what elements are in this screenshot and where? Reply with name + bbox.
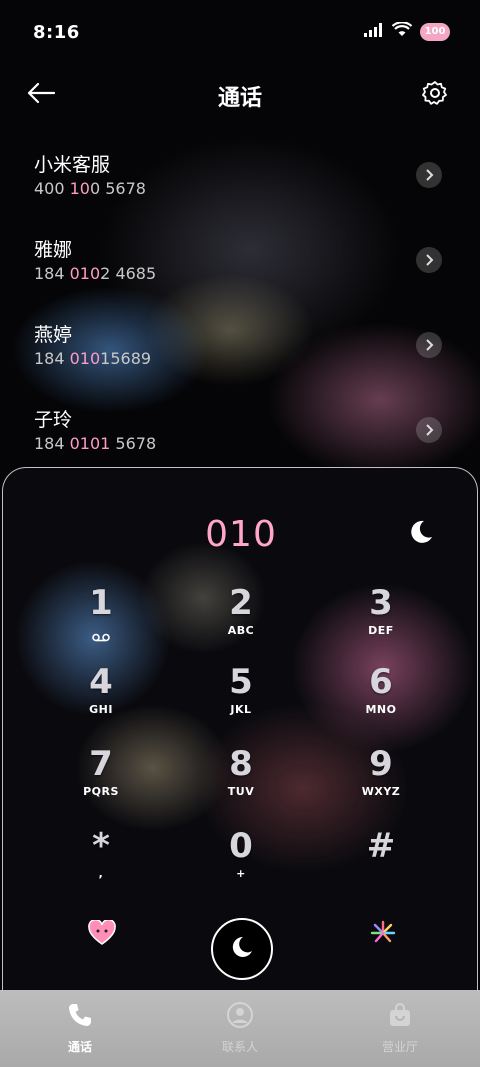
dial-key-9[interactable]: 9 WXYZ: [333, 744, 429, 814]
store-bag-icon: [387, 1002, 413, 1032]
moon-star-icon: [228, 933, 256, 965]
dial-key-3[interactable]: 3 DEF: [333, 583, 429, 653]
gear-icon: [422, 80, 448, 110]
dial-key-star[interactable]: * ,: [53, 826, 149, 896]
chevron-right-icon: [424, 251, 434, 270]
moon-star-icon: [407, 518, 435, 550]
chevron-right-icon: [424, 421, 434, 440]
heart-mascot-icon: [88, 918, 116, 950]
contact-list: 小米客服 400 100 5678 雅娜 184 0102 4685 燕婷 18…: [0, 140, 480, 480]
wifi-icon: [391, 21, 413, 41]
dial-key-0[interactable]: 0 +: [193, 826, 289, 896]
tab-contacts[interactable]: 联系人: [160, 990, 320, 1067]
settings-button[interactable]: [420, 80, 450, 110]
contact-number: 184 0101 5678: [34, 434, 157, 453]
tab-calls-label: 通话: [67, 1040, 92, 1054]
status-bar: 8:16 100: [0, 0, 480, 68]
signal-icon: [364, 22, 384, 41]
dial-key-6[interactable]: 6 MNO: [333, 662, 429, 732]
contact-detail-button[interactable]: [416, 417, 442, 443]
contact-number: 400 100 5678: [34, 179, 146, 198]
contact-row[interactable]: 雅娜 184 0102 4685: [0, 225, 480, 310]
call-button[interactable]: [211, 918, 273, 980]
contact-detail-button[interactable]: [416, 162, 442, 188]
dial-key-7[interactable]: 7 PQRS: [53, 744, 149, 814]
status-icons: 100: [364, 21, 450, 41]
dial-key-1[interactable]: 1: [53, 583, 149, 653]
theme-toggle-button[interactable]: [407, 520, 435, 548]
dial-pad-panel: 010 1 2 ABC 3 DEF 4 GHI 5 JKL 6 MNO 7 PQ…: [2, 467, 478, 1007]
dial-key-5[interactable]: 5 JKL: [193, 662, 289, 732]
contact-name: 燕婷: [34, 324, 73, 346]
page-title: 通话: [217, 86, 262, 111]
contact-row[interactable]: 小米客服 400 100 5678: [0, 140, 480, 225]
contact-name: 子玲: [34, 409, 73, 431]
tab-contacts-label: 联系人: [221, 1040, 258, 1054]
dial-key-hash[interactable]: #: [333, 826, 429, 896]
firework-icon: [369, 919, 397, 951]
voicemail-icon: [92, 627, 110, 646]
top-bar: 通话: [0, 70, 480, 120]
dial-key-8[interactable]: 8 TUV: [193, 744, 289, 814]
status-time: 8:16: [33, 22, 80, 43]
contact-number: 184 01015689: [34, 349, 152, 368]
firework-button[interactable]: [368, 920, 398, 950]
dial-key-4[interactable]: 4 GHI: [53, 662, 149, 732]
contact-number: 184 0102 4685: [34, 264, 157, 283]
tab-store-label: 营业厅: [381, 1040, 418, 1054]
contact-detail-button[interactable]: [416, 247, 442, 273]
person-icon: [227, 1002, 253, 1032]
contact-name: 雅娜: [34, 239, 73, 261]
battery-indicator: 100: [420, 22, 450, 41]
bottom-nav: 通话 联系人 营业厅: [0, 990, 480, 1067]
tab-store[interactable]: 营业厅: [320, 990, 480, 1067]
dial-key-2[interactable]: 2 ABC: [193, 583, 289, 653]
contact-detail-button[interactable]: [416, 332, 442, 358]
phone-icon: [67, 1002, 93, 1032]
tab-calls[interactable]: 通话: [0, 990, 160, 1067]
contact-name: 小米客服: [34, 154, 111, 176]
chevron-right-icon: [424, 336, 434, 355]
contact-row[interactable]: 燕婷 184 01015689: [0, 310, 480, 395]
heart-button[interactable]: [87, 918, 117, 950]
chevron-right-icon: [424, 166, 434, 185]
